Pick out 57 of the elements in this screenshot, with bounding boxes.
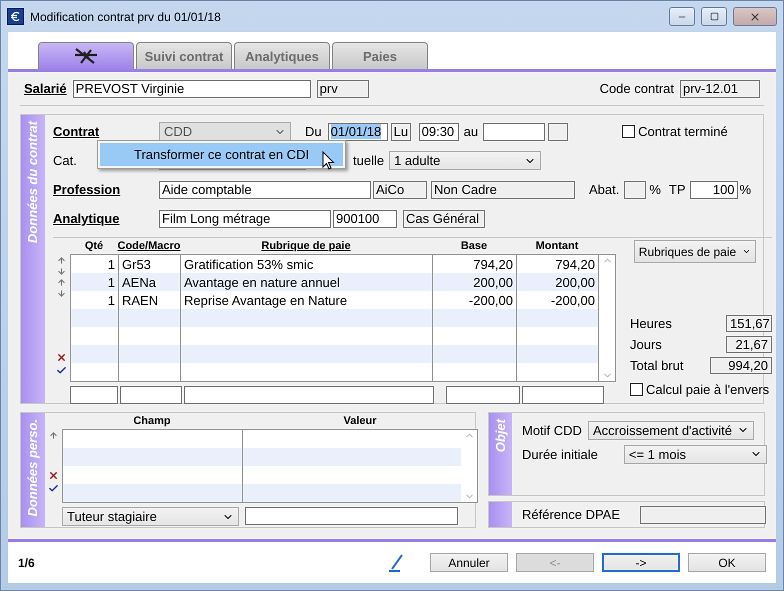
section-title: Données du contrat (25, 121, 41, 244)
motif-label: Motif CDD (522, 422, 582, 438)
checkbox-label: Calcul paie à l'envers (646, 382, 770, 397)
footer-button[interactable]: Annuler (430, 553, 508, 572)
total-value: 151,67 (726, 315, 772, 332)
end-label: au (464, 124, 478, 139)
tp-label: TP (668, 182, 686, 197)
total-label: Jours (630, 337, 662, 352)
total-label: Heures (630, 316, 672, 331)
column-header[interactable]: Valeur (343, 414, 377, 428)
start-label: Du (305, 124, 322, 139)
employee-link[interactable]: Salarié (24, 81, 67, 96)
analytic-case-field: Cas Général (403, 210, 485, 228)
abat-label: Abat. (589, 182, 620, 197)
duration-select[interactable]: <= 1 mois (624, 444, 767, 464)
analytic-link[interactable]: Analytique (53, 211, 120, 226)
window-title: Modification contrat prv du 01/01/18 (30, 10, 222, 24)
convention-label: tuelle (353, 153, 384, 168)
employee-code-field: prv (316, 80, 369, 98)
employee-name-field[interactable]: PREVOST Virginie (72, 80, 311, 98)
analytic-field[interactable]: Film Long métrage (159, 210, 331, 228)
profession-field[interactable]: Aide comptable (159, 180, 371, 198)
total-label: Total brut (630, 358, 684, 373)
column-header[interactable]: Champ (133, 414, 171, 428)
column-header[interactable]: Montant (536, 239, 578, 253)
column-header[interactable]: Rubrique de paie (261, 239, 351, 253)
profession-code-field: AiCo (373, 180, 427, 198)
dpae-label: Référence DPAE (522, 507, 620, 522)
contract-code-label: Code contrat (600, 81, 674, 96)
menu-item[interactable]: Transformer ce contrat en CDI (100, 143, 343, 166)
category-label: Cat. (53, 153, 77, 168)
page-counter: 1/6 (18, 556, 36, 570)
start-date-field[interactable]: 01/01/18 (328, 122, 388, 140)
section-title: Objet (492, 419, 508, 452)
column-header[interactable]: Code/Macro (118, 239, 180, 253)
footer-button[interactable]: -> (602, 553, 680, 572)
percent-unit: % (740, 182, 752, 197)
footer-button[interactable]: OK (688, 553, 766, 572)
weekday-field: Lu (390, 122, 411, 140)
percent-unit: % (649, 182, 661, 197)
column-header[interactable]: Base (460, 239, 488, 253)
duration-label: Durée initiale (522, 446, 598, 462)
motif-select[interactable]: Accroissement d'activité (588, 420, 754, 440)
column-header[interactable]: Qté (84, 239, 104, 253)
profession-link[interactable]: Profession (53, 182, 120, 197)
start-time-field[interactable]: 09:30 (418, 122, 459, 140)
status-field: Non Cadre (431, 180, 575, 198)
field-select[interactable]: Tuteur stagiaire (62, 507, 239, 526)
checkbox-label: Contrat terminé (638, 124, 728, 139)
convention-select[interactable]: 1 adulte (389, 151, 542, 170)
total-value: 994,20 (710, 357, 772, 374)
analytic-code-field[interactable]: 900100 (333, 210, 397, 228)
total-value: 21,67 (726, 336, 772, 353)
section-title: Données perso. (25, 419, 41, 517)
tp-field[interactable]: 100 (690, 180, 738, 198)
pay-items-button[interactable]: Rubriques de paie (634, 240, 756, 263)
contract-code-field: prv-12.01 (680, 80, 760, 98)
